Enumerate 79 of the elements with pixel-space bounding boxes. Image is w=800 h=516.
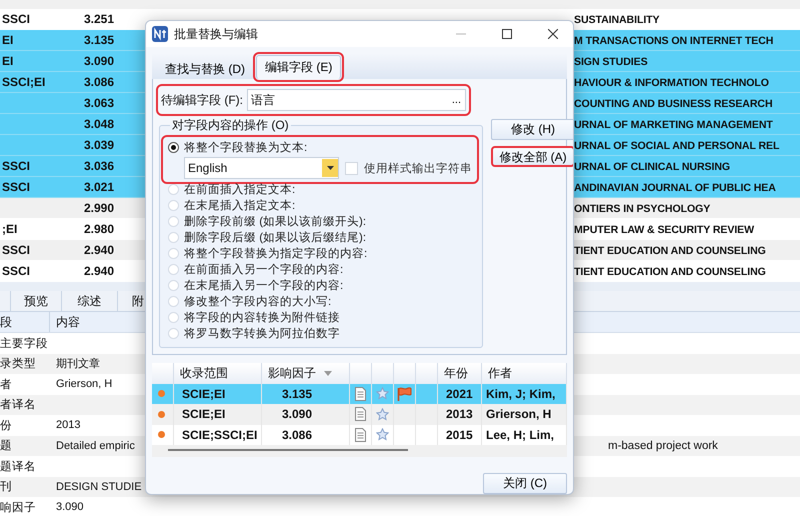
- impact-text: 3.090: [282, 407, 312, 422]
- field-value: DESIGN STUDIE: [56, 480, 142, 493]
- field-name: 者: [0, 378, 13, 392]
- option-label: 在前面插入指定文本:: [184, 182, 296, 197]
- journal-text: URNAL OF SOCIAL AND PERSONAL REL: [574, 140, 780, 152]
- impact-text: 2.990: [83, 201, 116, 215]
- option-label: 在前面插入另一个字段的内容:: [184, 262, 344, 277]
- impact-text: 3.039: [83, 138, 116, 152]
- impact-text: 3.135: [282, 386, 312, 401]
- author-text: Lee, H; Lim,: [486, 428, 554, 442]
- journal-text: MPUTER LAW & SECURITY REVIEW: [574, 224, 754, 236]
- field-name: 题译名: [0, 460, 37, 474]
- scope-text: SSCI;EI: [2, 75, 46, 89]
- option-label: 在末尾插入指定文本:: [184, 198, 296, 213]
- journal-text: SIGN STUDIES: [574, 56, 648, 68]
- field-value: Grierson, H: [56, 378, 112, 390]
- journal-text: COUNTING AND BUSINESS RESEARCH: [574, 98, 772, 110]
- field-value: 期刊文章: [56, 358, 100, 370]
- field-value: Detailed empiric: [56, 440, 135, 452]
- option-label: 将罗马数字转换为阿拉伯数字: [184, 326, 340, 341]
- journal-text: URNAL OF CLINICAL NURSING: [574, 161, 730, 173]
- journal-text: URNAL OF MARKETING MANAGEMENT: [574, 119, 773, 131]
- impact-text: 2.940: [83, 243, 116, 257]
- impact-text: 3.090: [83, 54, 116, 68]
- impact-text: 3.086: [83, 75, 116, 89]
- year-text: 2013: [446, 407, 473, 422]
- impact-text: 3.135: [83, 33, 116, 47]
- year-text: 2015: [446, 428, 473, 442]
- impact-text: 3.063: [83, 96, 116, 110]
- impact-text: 3.251: [83, 12, 116, 26]
- year-text: 2021: [446, 386, 473, 401]
- scope-text: SSCI: [2, 12, 30, 26]
- section-label: 主要字段: [0, 336, 49, 351]
- option-label: 删除字段后缀 (如果以该后缀结尾):: [184, 230, 366, 245]
- field-name: 份: [0, 418, 13, 433]
- option-label: 删除字段前缀 (如果以该前缀开头):: [184, 214, 366, 229]
- field-name: 题: [0, 438, 13, 454]
- impact-text: 3.048: [83, 117, 116, 131]
- option-label: 将整个字段替换为指定字段的内容:: [184, 246, 368, 261]
- journal-text: TIENT EDUCATION AND COUNSELING: [574, 266, 766, 278]
- scope-text: SCIE;EI: [182, 407, 226, 422]
- field-name: 刊: [0, 480, 13, 494]
- journal-text: HAVIOUR & INFORMATION TECHNOLO: [574, 77, 769, 89]
- scope-text: SSCI: [2, 159, 30, 173]
- scope-text: SCIE;SSCI;EI: [182, 428, 258, 442]
- journal-text: ANDINAVIAN JOURNAL OF PUBLIC HEA: [574, 182, 776, 194]
- journal-text: SUSTAINABILITY: [574, 14, 660, 26]
- impact-text: 3.086: [282, 428, 312, 442]
- journal-text: ONTIERS IN PSYCHOLOGY: [574, 203, 710, 215]
- field-value: m-based project work: [608, 440, 718, 452]
- scope-text: SCIE;EI: [182, 386, 226, 401]
- group-title: 对字段内容的操作 (O): [171, 117, 290, 134]
- field-value: 2013: [56, 419, 80, 432]
- column-header: 内容: [55, 314, 81, 330]
- field-value: 3.090: [56, 501, 84, 514]
- scope-text: SSCI: [2, 243, 30, 257]
- impact-text: 3.021: [83, 180, 116, 194]
- field-name: 录类型: [0, 356, 37, 372]
- author-text: Kim, J; Kim,: [486, 386, 556, 401]
- option-label: 在末尾插入另一个字段的内容:: [184, 278, 344, 293]
- option-label: 将字段的内容转换为附件链接: [184, 310, 340, 325]
- field-name: 者译名: [0, 398, 37, 412]
- field-name: 响因子: [0, 500, 37, 515]
- impact-text: 2.940: [83, 264, 116, 278]
- journal-text: M TRANSACTIONS ON INTERNET TECH: [574, 35, 774, 47]
- impact-text: 3.036: [83, 159, 116, 173]
- column-header: 段: [0, 312, 50, 332]
- author-text: Grierson, H: [486, 407, 552, 422]
- checkbox-label: 使用样式输出字符串: [364, 161, 472, 176]
- field-label: 待编辑字段 (F):: [161, 92, 243, 108]
- scope-text: SSCI: [2, 264, 30, 278]
- impact-text: 2.980: [83, 222, 116, 236]
- scope-text: EI: [2, 54, 14, 68]
- scope-text: SSCI: [2, 180, 30, 194]
- scope-text: EI: [2, 33, 14, 47]
- option-label: 将整个字段替换为文本:: [184, 140, 308, 155]
- journal-text: TIENT EDUCATION AND COUNSELING: [574, 245, 766, 257]
- scope-text: ;EI: [2, 222, 18, 236]
- option-label: 修改整个字段内容的大小写:: [184, 294, 332, 309]
